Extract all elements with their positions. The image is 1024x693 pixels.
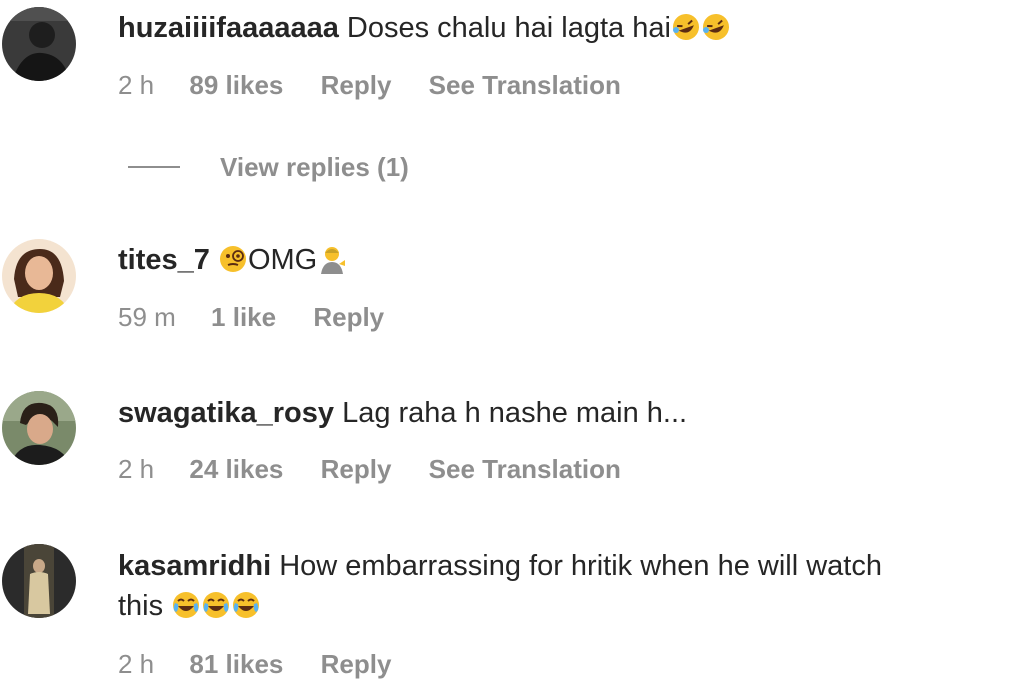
comment-likes[interactable]: 24 likes [189,454,283,484]
comment-body: How embarrassing for hritik when he will… [279,550,882,582]
comment-username[interactable]: tites_7 [118,244,210,276]
comment-time: 59 m [118,302,176,332]
comment-text: tites_7 OMG [118,240,1004,280]
tears-of-joy-emoji-icon [171,590,201,620]
see-translation-button[interactable]: See Translation [429,454,621,484]
avatar[interactable] [2,7,76,81]
face-with-monocle-emoji-icon [218,244,248,274]
comment-meta: 59 m 1 like Reply [118,300,414,334]
reply-button[interactable]: Reply [321,649,392,679]
replies-divider [128,166,180,168]
avatar[interactable] [2,239,76,313]
comment-text: huzaiiiifaaaaaaa Doses chalu hai lagta h… [118,8,1004,48]
comment-likes[interactable]: 89 likes [189,70,283,100]
tears-of-joy-emoji-icon [231,590,261,620]
comment-body: Doses chalu hai lagta hai [346,12,671,44]
comment-likes[interactable]: 81 likes [189,649,283,679]
comment-text: kasamridhi How embarrassing for hritik w… [118,546,1004,586]
person-tipping-hand-emoji-icon [317,244,347,274]
see-translation-button[interactable]: See Translation [429,70,621,100]
comment-time: 2 h [118,70,155,100]
rofl-emoji-icon [671,12,701,42]
comment-username[interactable]: huzaiiiifaaaaaaa [118,12,339,44]
comment-body-line2: this [118,590,164,622]
comment-body: Lag raha h nashe main h... [342,397,688,429]
reply-button[interactable]: Reply [313,302,384,332]
comment-meta: 2 h 81 likes Reply [118,647,421,681]
comment-time: 2 h [118,454,155,484]
avatar[interactable] [2,544,76,618]
comment-likes[interactable]: 1 like [211,302,276,332]
comment-username[interactable]: kasamridhi [118,550,271,582]
comment-time: 2 h [118,649,155,679]
reply-button[interactable]: Reply [321,70,392,100]
comment-meta: 2 h 24 likes Reply See Translation [118,452,651,486]
comment-meta: 2 h 89 likes Reply See Translation [118,68,651,102]
comment-text-continued: this [118,586,1004,626]
avatar[interactable] [2,391,76,465]
comment-text: swagatika_rosy Lag raha h nashe main h..… [118,393,1004,433]
reply-button[interactable]: Reply [321,454,392,484]
view-replies-label: View replies (1) [220,151,409,182]
comment-body: OMG [247,244,318,276]
rofl-emoji-icon [701,12,731,42]
comment-username[interactable]: swagatika_rosy [118,397,334,429]
tears-of-joy-emoji-icon [201,590,231,620]
view-replies-button[interactable]: View replies (1) [128,150,409,184]
